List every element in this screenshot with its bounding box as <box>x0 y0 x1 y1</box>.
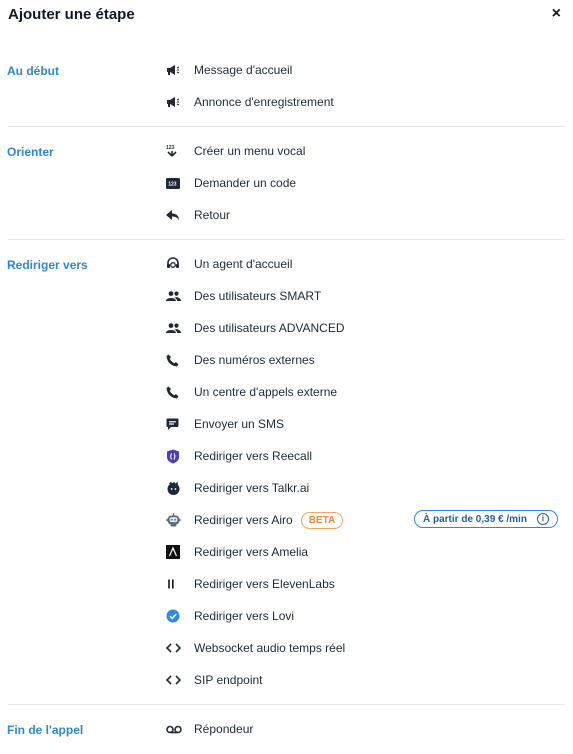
price-text: À partir de 0,39 € /min <box>423 513 527 525</box>
step-label: Rediriger vers Talkr.ai <box>194 481 310 495</box>
step-agent-accueil[interactable]: Un agent d'accueil <box>160 250 565 278</box>
beta-badge: BETA <box>300 511 344 529</box>
reply-arrow-icon <box>160 205 190 225</box>
users-icon <box>160 286 190 306</box>
step-retour[interactable]: Retour <box>160 201 565 229</box>
amelia-logo-icon <box>160 542 190 562</box>
sms-bubble-icon <box>160 414 190 434</box>
section-label-orienter: Orienter <box>7 145 54 159</box>
step-annonce-enregistrement[interactable]: Annonce d'enregistrement <box>160 88 565 116</box>
step-lovi[interactable]: Rediriger vers Lovi <box>160 602 565 630</box>
step-label: Répondeur <box>194 722 254 736</box>
step-label: Rediriger vers Lovi <box>194 609 295 623</box>
section-divider <box>8 704 565 705</box>
svg-text:123: 123 <box>168 181 177 187</box>
section-label-rediriger: Rediriger vers <box>7 258 88 272</box>
step-airo[interactable]: Rediriger vers Airo BETA À partir de 0,3… <box>160 506 565 534</box>
price-pill[interactable]: À partir de 0,39 € /min i <box>414 510 558 528</box>
step-sip-endpoint[interactable]: SIP endpoint <box>160 666 565 694</box>
step-demander-code[interactable]: 123 Demander un code <box>160 169 565 197</box>
svg-text:123: 123 <box>166 145 175 151</box>
step-centre-appels-externe[interactable]: Un centre d'appels externe <box>160 378 565 406</box>
step-label: Des utilisateurs ADVANCED <box>194 321 345 335</box>
step-label: Créer un menu vocal <box>194 144 306 158</box>
step-label: Un centre d'appels externe <box>194 385 338 399</box>
step-utilisateurs-advanced[interactable]: Des utilisateurs ADVANCED <box>160 314 565 342</box>
code-123-icon: 123 <box>160 173 190 193</box>
users-icon <box>160 318 190 338</box>
section-divider <box>8 126 565 127</box>
step-elevenlabs[interactable]: Rediriger vers ElevenLabs <box>160 570 565 598</box>
elevenlabs-logo-icon <box>160 574 190 594</box>
step-label: Un agent d'accueil <box>194 257 293 271</box>
step-label: Envoyer un SMS <box>194 417 285 431</box>
megaphone-icon <box>160 92 190 112</box>
section-divider <box>8 239 565 240</box>
step-talkr[interactable]: Rediriger vers Talkr.ai <box>160 474 565 502</box>
section-label-fin-appel: Fin de l'appel <box>7 723 84 737</box>
step-label: Websocket audio temps réel <box>194 641 346 655</box>
step-envoyer-sms[interactable]: Envoyer un SMS <box>160 410 565 438</box>
reecall-logo-icon <box>160 446 190 466</box>
step-label: Des numéros externes <box>194 353 315 367</box>
step-label: Message d'accueil <box>194 63 293 77</box>
step-label: Rediriger vers Reecall <box>194 449 313 463</box>
step-label: Demander un code <box>194 176 297 190</box>
step-numeros-externes[interactable]: Des numéros externes <box>160 346 565 374</box>
talkr-logo-icon <box>160 478 190 498</box>
step-label: Rediriger vers ElevenLabs <box>194 577 335 591</box>
dialog-header: Ajouter une étape × <box>0 0 573 30</box>
code-brackets-icon <box>160 670 190 690</box>
phone-icon <box>160 382 190 402</box>
step-repondeur[interactable]: Répondeur <box>160 715 565 743</box>
step-utilisateurs-smart[interactable]: Des utilisateurs SMART <box>160 282 565 310</box>
phone-icon <box>160 350 190 370</box>
headset-agent-icon <box>160 254 190 274</box>
step-label: Des utilisateurs SMART <box>194 289 322 303</box>
megaphone-icon <box>160 60 190 80</box>
info-icon[interactable]: i <box>536 513 549 525</box>
dialog-title: Ajouter une étape <box>8 6 135 23</box>
step-menu-vocal[interactable]: 123 Créer un menu vocal <box>160 137 565 165</box>
close-icon[interactable]: × <box>552 5 561 23</box>
step-label: Retour <box>194 208 231 222</box>
dialpad-123-icon: 123 <box>160 141 190 161</box>
step-websocket[interactable]: Websocket audio temps réel <box>160 634 565 662</box>
step-label: Rediriger vers Amelia <box>194 545 309 559</box>
code-brackets-icon <box>160 638 190 658</box>
lovi-check-icon <box>160 606 190 626</box>
section-label-au-debut: Au début <box>7 64 59 78</box>
step-reecall[interactable]: Rediriger vers Reecall <box>160 442 565 470</box>
step-label: Rediriger vers Airo <box>194 513 293 527</box>
airo-robot-icon <box>160 510 190 530</box>
step-amelia[interactable]: Rediriger vers Amelia <box>160 538 565 566</box>
step-message-accueil[interactable]: Message d'accueil <box>160 56 565 84</box>
step-label: Annonce d'enregistrement <box>194 95 334 109</box>
voicemail-icon <box>160 719 190 739</box>
step-label: SIP endpoint <box>194 673 263 687</box>
